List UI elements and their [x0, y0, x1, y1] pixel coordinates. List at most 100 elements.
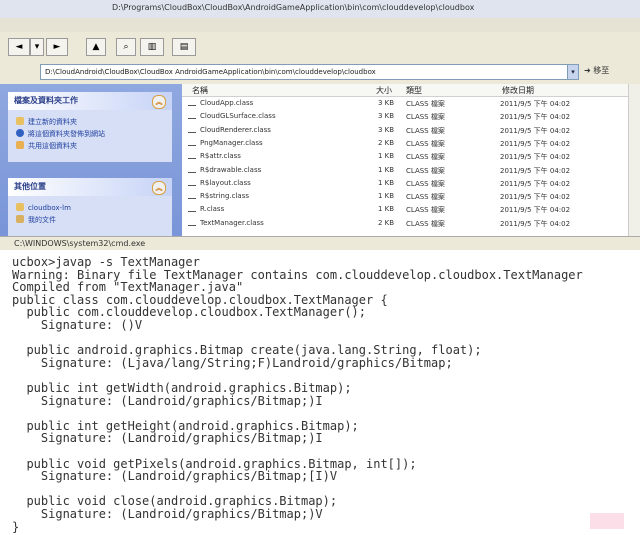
task-share-folder[interactable]: 共用這個資料夾	[8, 140, 172, 152]
console-line: Signature: (Landroid/graphics/Bitmap;)I	[12, 393, 323, 408]
file-row[interactable]: CloudGLSurface.class 3 KB CLASS 檔案 2011/9/5…	[182, 111, 628, 124]
column-name[interactable]: 名稱	[192, 85, 208, 96]
place-label: cloudbox-lm	[28, 204, 71, 212]
class-file-icon	[188, 224, 196, 226]
file-tasks-title: 檔案及資料夾工作	[14, 96, 78, 105]
file-row[interactable]: R$attr.class 1 KB CLASS 檔案 2011/9/5 下午 04:0…	[182, 151, 628, 164]
column-type[interactable]: 類型	[406, 85, 422, 96]
file-list-scrollbar[interactable]	[628, 84, 640, 236]
file-tasks-header[interactable]: 檔案及資料夾工作 ︽	[8, 92, 172, 110]
file-size: 2 KB	[378, 138, 395, 147]
file-type: CLASS 檔案	[406, 219, 445, 228]
class-file-icon	[188, 211, 196, 213]
collapse-chevron-icon[interactable]: ︽	[152, 95, 166, 109]
file-size: 3 KB	[378, 125, 395, 134]
folder-icon	[16, 203, 24, 211]
up-arrow-icon: ▲	[92, 42, 100, 52]
file-name: R$string.class	[200, 192, 250, 201]
address-dropdown-icon[interactable]: ▾	[567, 64, 579, 80]
views-button[interactable]: ▤	[172, 38, 196, 56]
file-name: R$attr.class	[200, 152, 241, 161]
file-type: CLASS 檔案	[406, 139, 445, 148]
file-row[interactable]: R$layout.class 1 KB CLASS 檔案 2011/9/5 下午 04…	[182, 178, 628, 191]
file-name: PngManager.class	[200, 138, 263, 147]
task-publish-folder[interactable]: 將這個資料夾發佈到網站	[8, 128, 172, 140]
class-file-icon	[188, 144, 196, 146]
search-button[interactable]: ⌕	[116, 38, 136, 56]
task-label: 建立新的資料夾	[28, 118, 77, 126]
column-date[interactable]: 修改日期	[502, 85, 534, 96]
file-date: 2011/9/5 下午 04:02	[500, 219, 571, 228]
file-size: 3 KB	[378, 99, 395, 107]
file-row[interactable]: R$drawable.class 1 KB CLASS 檔案 2011/9/5 下午 …	[182, 165, 628, 178]
toolbar: ◄ ▾ ► ▲ ⌕ ▥ ▤	[0, 32, 640, 61]
file-type: CLASS 檔案	[406, 113, 445, 122]
file-name: R.class	[200, 205, 225, 214]
file-type: CLASS 檔案	[406, 100, 445, 108]
console-line: Signature: (Landroid/graphics/Bitmap;)I	[12, 431, 323, 446]
file-name: R$layout.class	[200, 178, 251, 187]
column-size[interactable]: 大小	[376, 85, 392, 96]
console-line: Signature: (Landroid/graphics/Bitmap;)V	[12, 507, 323, 521]
file-row[interactable]: TextManager.class 2 KB CLASS 檔案 2011/9/5 下午…	[182, 218, 628, 231]
place-my-documents[interactable]: 我的文件	[8, 214, 172, 226]
class-file-icon	[188, 131, 196, 133]
console-line: Signature: ()V	[12, 318, 143, 332]
file-row[interactable]: CloudApp.class 3 KB CLASS 檔案 2011/9/5 下午 04…	[182, 98, 628, 111]
back-button[interactable]: ◄	[8, 38, 30, 56]
file-size: 3 KB	[378, 112, 395, 121]
folders-icon: ▥	[147, 42, 157, 52]
task-label: 共用這個資料夾	[28, 142, 77, 150]
forward-arrow-icon: ►	[53, 42, 61, 52]
class-file-icon	[188, 158, 196, 160]
file-date: 2011/9/5 下午 04:02	[500, 166, 571, 175]
file-type: CLASS 檔案	[406, 166, 445, 175]
console-line: Signature: (Ljava/lang/String;F)Landroid…	[12, 355, 453, 370]
console-output[interactable]: ucbox>javap -s TextManager Warning: Binar…	[0, 250, 640, 535]
cmd-title: C:\WINDOWS\system32\cmd.exe	[14, 239, 146, 248]
file-date: 2011/9/5 下午 04:02	[500, 126, 571, 135]
back-arrow-icon: ◄	[15, 42, 23, 52]
place-cloudbox-lm[interactable]: cloudbox-lm	[8, 202, 172, 214]
folders-button[interactable]: ▥	[140, 38, 164, 56]
file-row[interactable]: R$string.class 1 KB CLASS 檔案 2011/9/5 下午 04…	[182, 191, 628, 204]
class-file-icon	[188, 105, 196, 106]
file-row[interactable]: CloudRenderer.class 3 KB CLASS 檔案 2011/9/5 …	[182, 125, 628, 138]
file-type: CLASS 檔案	[406, 193, 445, 202]
up-folder-button[interactable]: ▲	[86, 38, 106, 56]
file-type: CLASS 檔案	[406, 126, 445, 135]
file-date: 2011/9/5 下午 04:02	[500, 113, 571, 122]
watermark-mark	[590, 513, 624, 529]
file-size: 1 KB	[378, 152, 395, 161]
task-label: 將這個資料夾發佈到網站	[28, 130, 105, 138]
task-new-folder[interactable]: 建立新的資料夾	[8, 116, 172, 128]
file-name: R$drawable.class	[200, 165, 262, 174]
window-title: D:\Programs\CloudBox\CloudBox\AndroidGam…	[112, 3, 475, 12]
back-dropdown-icon[interactable]: ▾	[30, 38, 44, 56]
file-size: 2 KB	[378, 218, 395, 227]
forward-button[interactable]: ►	[46, 38, 68, 56]
task-pane: 檔案及資料夾工作 ︽ 建立新的資料夾 將這個資料夾發佈到網站 共用這個資料夾 其…	[0, 84, 182, 236]
file-date: 2011/9/5 下午 04:02	[500, 193, 571, 202]
other-places-header[interactable]: 其他位置 ︽	[8, 178, 172, 196]
file-tasks-panel: 檔案及資料夾工作 ︽ 建立新的資料夾 將這個資料夾發佈到網站 共用這個資料夾	[8, 92, 172, 162]
file-row[interactable]: PngManager.class 2 KB CLASS 檔案 2011/9/5 下午 …	[182, 138, 628, 151]
console-line: Signature: (Landroid/graphics/Bitmap;[I)…	[12, 469, 338, 484]
file-row[interactable]: R.class 1 KB CLASS 檔案 2011/9/5 下午 04:02	[182, 204, 628, 217]
file-date: 2011/9/5 下午 04:02	[500, 100, 571, 108]
new-folder-icon	[16, 117, 24, 125]
window-titlebar: D:\Programs\CloudBox\CloudBox\AndroidGam…	[0, 0, 640, 18]
class-file-icon	[188, 184, 196, 186]
collapse-chevron-icon[interactable]: ︽	[152, 181, 166, 195]
file-type: CLASS 檔案	[406, 179, 445, 188]
place-label: 我的文件	[28, 216, 56, 224]
file-name: TextManager.class	[200, 218, 264, 227]
file-date: 2011/9/5 下午 04:02	[500, 139, 571, 148]
file-size: 1 KB	[378, 178, 395, 187]
file-size: 1 KB	[378, 192, 395, 201]
file-name: CloudRenderer.class	[200, 125, 271, 134]
address-input[interactable]: D:\CloudAndroid\CloudBox\CloudBox Androi…	[40, 64, 578, 80]
other-places-title: 其他位置	[14, 182, 46, 191]
class-file-icon	[188, 118, 196, 120]
go-button[interactable]: ➜ 移至	[584, 65, 609, 76]
